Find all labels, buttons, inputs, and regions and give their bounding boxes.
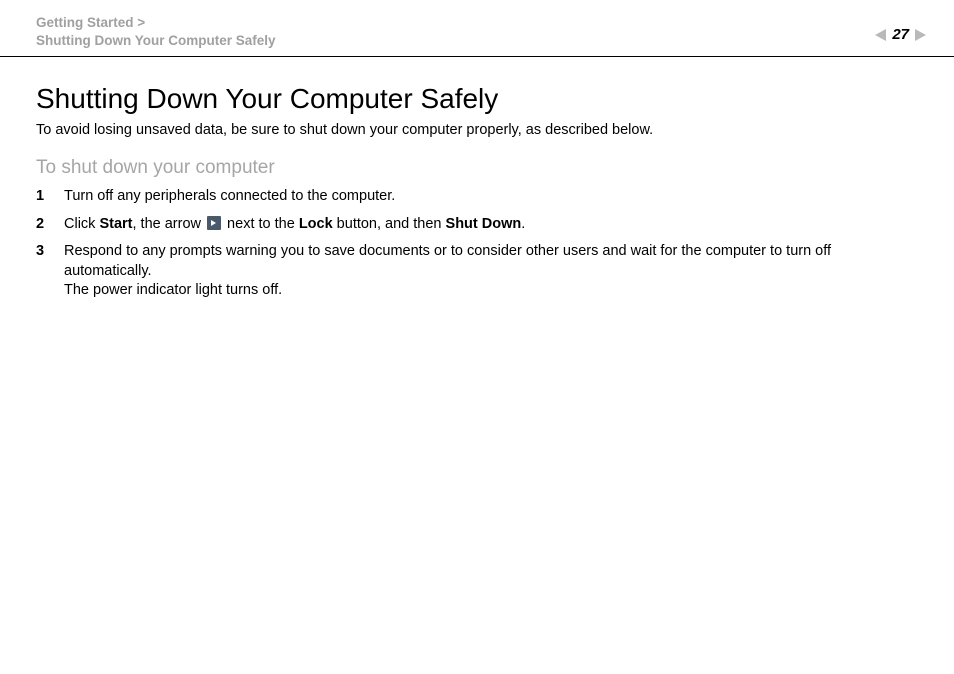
section-subtitle: To shut down your computer (36, 157, 918, 179)
step-2-bold-shutdown: Shut Down (446, 216, 522, 232)
step-1: Turn off any peripherals connected to th… (36, 187, 918, 207)
step-2-text-2: , the arrow (133, 216, 206, 232)
step-3-body: Respond to any prompts warning you to sa… (64, 242, 918, 301)
breadcrumb-bottom: Shutting Down Your Computer Safely (36, 32, 276, 50)
page-number: 27 (892, 26, 909, 43)
step-1-body: Turn off any peripherals connected to th… (64, 187, 918, 207)
page-title: Shutting Down Your Computer Safely (36, 83, 918, 115)
step-3-line-1: Respond to any prompts warning you to sa… (64, 243, 831, 279)
intro-paragraph: To avoid losing unsaved data, be sure to… (36, 121, 918, 141)
document-page: Getting Started > Shutting Down Your Com… (0, 0, 954, 674)
arrow-icon (207, 216, 221, 230)
page-navigator: 27 (875, 26, 926, 43)
step-2-body: Click Start, the arrow next to the Lock … (64, 215, 918, 235)
step-2: Click Start, the arrow next to the Lock … (36, 215, 918, 235)
step-3-line-2: The power indicator light turns off. (64, 282, 282, 298)
step-2-text-4: button, and then (333, 216, 446, 232)
step-2-text-3: next to the (223, 216, 299, 232)
breadcrumb-top: Getting Started > (36, 14, 276, 32)
page-header: Getting Started > Shutting Down Your Com… (0, 0, 954, 57)
page-content: Shutting Down Your Computer Safely To av… (0, 57, 954, 300)
step-2-text-5: . (521, 216, 525, 232)
step-2-bold-start: Start (99, 216, 132, 232)
step-2-text-1: Click (64, 216, 99, 232)
breadcrumb: Getting Started > Shutting Down Your Com… (36, 14, 276, 50)
steps-list: Turn off any peripherals connected to th… (36, 187, 918, 301)
step-3: Respond to any prompts warning you to sa… (36, 242, 918, 301)
prev-page-icon[interactable] (875, 29, 886, 41)
next-page-icon[interactable] (915, 29, 926, 41)
step-2-bold-lock: Lock (299, 216, 333, 232)
